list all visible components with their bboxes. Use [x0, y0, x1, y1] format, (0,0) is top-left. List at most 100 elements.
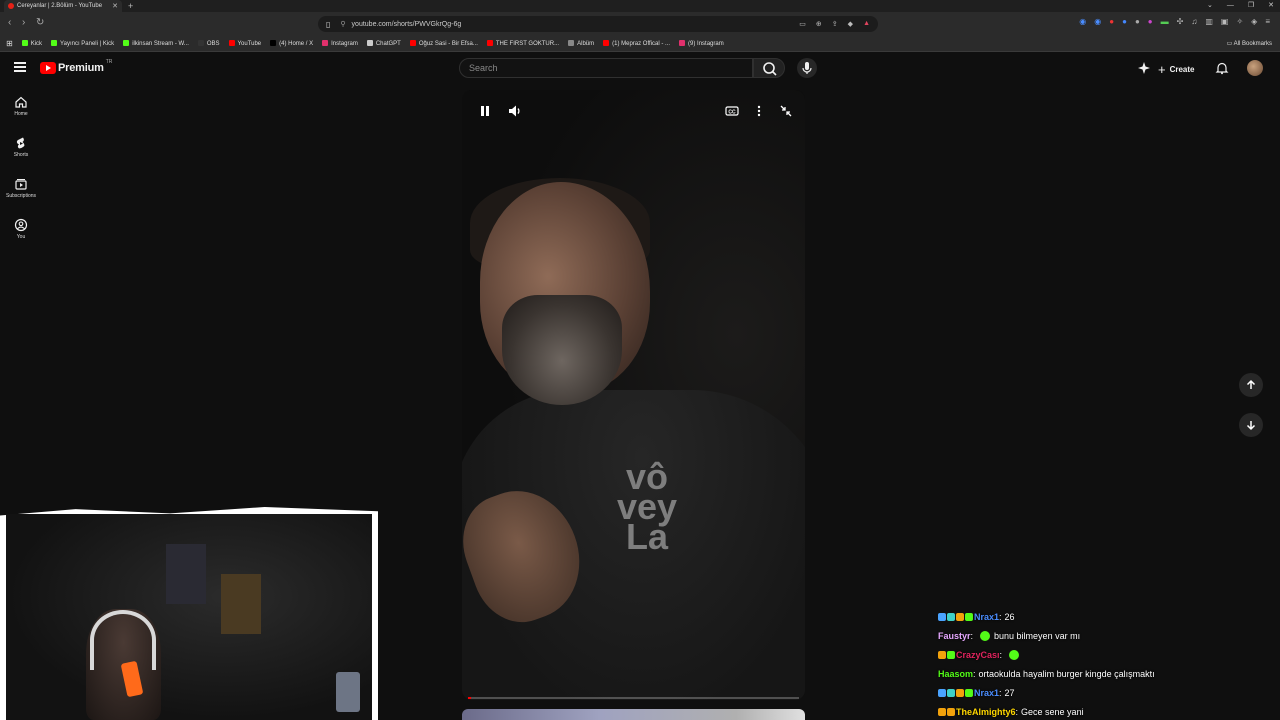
rail-item-label: Shorts — [13, 152, 29, 158]
shorts-video-player[interactable]: vô vey La CC — [462, 90, 805, 700]
browser-tab-active[interactable]: Cereyanlar | 2.Bölüm - YouTube ✕ — [4, 0, 122, 12]
bookmark-item[interactable]: THE FIRST GOKTUR... — [486, 40, 559, 47]
bookmark-page-icon[interactable]: ▯ — [326, 20, 330, 29]
rail-item-subscriptions[interactable]: Subscriptions — [0, 177, 42, 199]
bookmark-favicon-icon — [603, 40, 610, 46]
bookmark-favicon-icon — [322, 40, 329, 46]
extension-icon[interactable]: ● — [1122, 17, 1127, 26]
bookmark-label: (1) Mepraz Offical - ... — [612, 41, 671, 47]
extension-icon[interactable]: ● — [1109, 17, 1114, 26]
bookmark-label: Albüm — [577, 41, 595, 47]
close-tab-icon[interactable]: ✕ — [112, 2, 118, 10]
bookmark-item[interactable]: (9) Instagram — [679, 40, 724, 47]
close-window-icon[interactable]: ✕ — [1268, 0, 1274, 12]
browser-menu-icon[interactable]: ≡ — [1265, 17, 1270, 26]
next-short-preview[interactable] — [462, 709, 805, 720]
bookmark-item[interactable]: Instagram — [322, 40, 358, 47]
chat-emote-icon — [980, 630, 991, 641]
webcam-lamp — [336, 672, 360, 712]
chat-username[interactable]: Faustyr — [938, 631, 971, 641]
pause-icon[interactable] — [478, 104, 492, 118]
shirt-line: La — [625, 516, 668, 557]
tab-search-icon[interactable]: ⌄ — [1207, 0, 1213, 12]
bookmark-favicon-icon — [21, 40, 28, 46]
bookmark-item[interactable]: ilkinsan Stream - W... — [123, 40, 189, 47]
reload-icon[interactable]: ↻ — [36, 17, 44, 28]
bookmark-label: Yayıncı Paneli | Kick — [60, 41, 115, 47]
chat-message: Faustyr: bunu bilmeyen var mı — [938, 626, 1268, 645]
bookmark-item[interactable]: Oğuz Sasi - Bir Efsa... — [409, 40, 478, 47]
youtube-premium-logo[interactable]: Premium TR — [40, 59, 112, 74]
rail-item-you[interactable]: You — [0, 218, 42, 240]
bookmark-item[interactable]: ChatGPT — [366, 40, 401, 47]
sparkle-icon[interactable] — [1137, 61, 1151, 75]
maximize-icon[interactable]: ❐ — [1248, 0, 1254, 12]
media-icon[interactable]: ♫ — [1191, 17, 1197, 26]
bookmark-label: Instagram — [331, 41, 358, 47]
rail-item-home[interactable]: Home — [0, 95, 42, 117]
create-button[interactable]: + Create — [1158, 60, 1195, 78]
volume-icon[interactable] — [508, 104, 522, 118]
tab-title: Cereyanlar | 2.Bölüm - YouTube — [17, 3, 103, 9]
guide-menu-icon[interactable] — [14, 62, 26, 72]
notifications-bell-icon[interactable] — [1215, 61, 1229, 75]
shield-icon[interactable]: ◆ — [848, 20, 853, 28]
apps-icon[interactable]: ⊞ — [6, 39, 13, 48]
bookmark-item[interactable]: Yayıncı Paneli | Kick — [51, 40, 114, 47]
webcam-poster — [221, 574, 261, 634]
cast-icon[interactable]: ▭ — [799, 20, 806, 28]
chat-badge-icon — [947, 650, 955, 659]
bookmark-label: Kick — [30, 41, 43, 47]
address-bar[interactable]: ▯ ⚲ youtube.com/shorts/PWVGkrQg-6g ▭ ⊕ ⇪… — [318, 16, 878, 32]
rewards-icon[interactable]: ▲ — [863, 20, 870, 28]
chat-username[interactable]: TheAlmighty6 — [956, 707, 1016, 717]
chat-username[interactable]: Haasom — [938, 669, 973, 679]
extension-icon[interactable]: ◉ — [1094, 17, 1101, 26]
shorts-icon — [16, 137, 25, 149]
search-input[interactable]: Search — [459, 58, 753, 78]
bookmark-item[interactable]: (1) Mepraz Offical - ... — [603, 40, 670, 47]
new-tab-button[interactable]: + — [128, 0, 133, 12]
bookmark-favicon-icon — [197, 40, 204, 46]
back-icon[interactable]: ‹ — [8, 17, 11, 28]
search-icon — [763, 62, 777, 76]
minimize-icon[interactable]: — — [1227, 0, 1234, 12]
previous-short-button[interactable] — [1239, 373, 1263, 397]
chat-separator: : — [973, 668, 976, 679]
chat-username[interactable]: Nrax1 — [974, 612, 999, 622]
chat-badge-icon — [938, 612, 946, 621]
vpn-icon[interactable]: ◈ — [1251, 17, 1257, 26]
wallet-icon[interactable]: ▣ — [1221, 17, 1229, 26]
next-short-button[interactable] — [1239, 413, 1263, 437]
leo-icon[interactable]: ✧ — [1236, 17, 1243, 26]
bookmark-favicon-icon — [270, 40, 277, 46]
voice-search-button[interactable] — [797, 58, 817, 78]
share-icon[interactable]: ⇪ — [832, 20, 838, 28]
sidebar-icon[interactable]: ▥ — [1205, 17, 1213, 26]
bookmark-item[interactable]: Kick — [21, 40, 43, 47]
bookmark-item[interactable]: OBS — [197, 40, 220, 47]
chat-badge-icon — [938, 688, 946, 697]
extension-icon[interactable]: ▬ — [1161, 17, 1169, 26]
captions-icon[interactable]: CC — [725, 104, 739, 118]
extension-icon[interactable]: ● — [1135, 17, 1140, 26]
chat-username[interactable]: Nrax1 — [974, 688, 999, 698]
more-options-icon[interactable] — [755, 104, 763, 118]
video-progress-bar[interactable] — [468, 697, 799, 699]
account-avatar[interactable] — [1247, 60, 1263, 76]
bookmark-item[interactable]: YouTube — [228, 40, 261, 47]
all-bookmarks-button[interactable]: ▭ All Bookmarks — [1227, 40, 1272, 47]
extension-icon[interactable]: ● — [1148, 17, 1153, 26]
rail-item-shorts[interactable]: Shorts — [0, 136, 42, 158]
extension-icon[interactable]: ◉ — [1079, 17, 1086, 26]
chat-text: 27 — [1004, 687, 1015, 698]
forward-icon[interactable]: › — [22, 17, 25, 28]
chat-username[interactable]: CrazyCası — [956, 650, 1000, 660]
bookmark-item[interactable]: Albüm — [568, 40, 594, 47]
extensions-puzzle-icon[interactable]: ✣ — [1177, 17, 1184, 26]
search-button[interactable] — [753, 58, 785, 78]
fullscreen-exit-icon[interactable] — [779, 104, 793, 118]
zoom-icon[interactable]: ⊕ — [816, 20, 822, 28]
bookmark-item[interactable]: (4) Home / X — [270, 40, 313, 47]
site-info-icon[interactable]: ⚲ — [340, 20, 345, 28]
